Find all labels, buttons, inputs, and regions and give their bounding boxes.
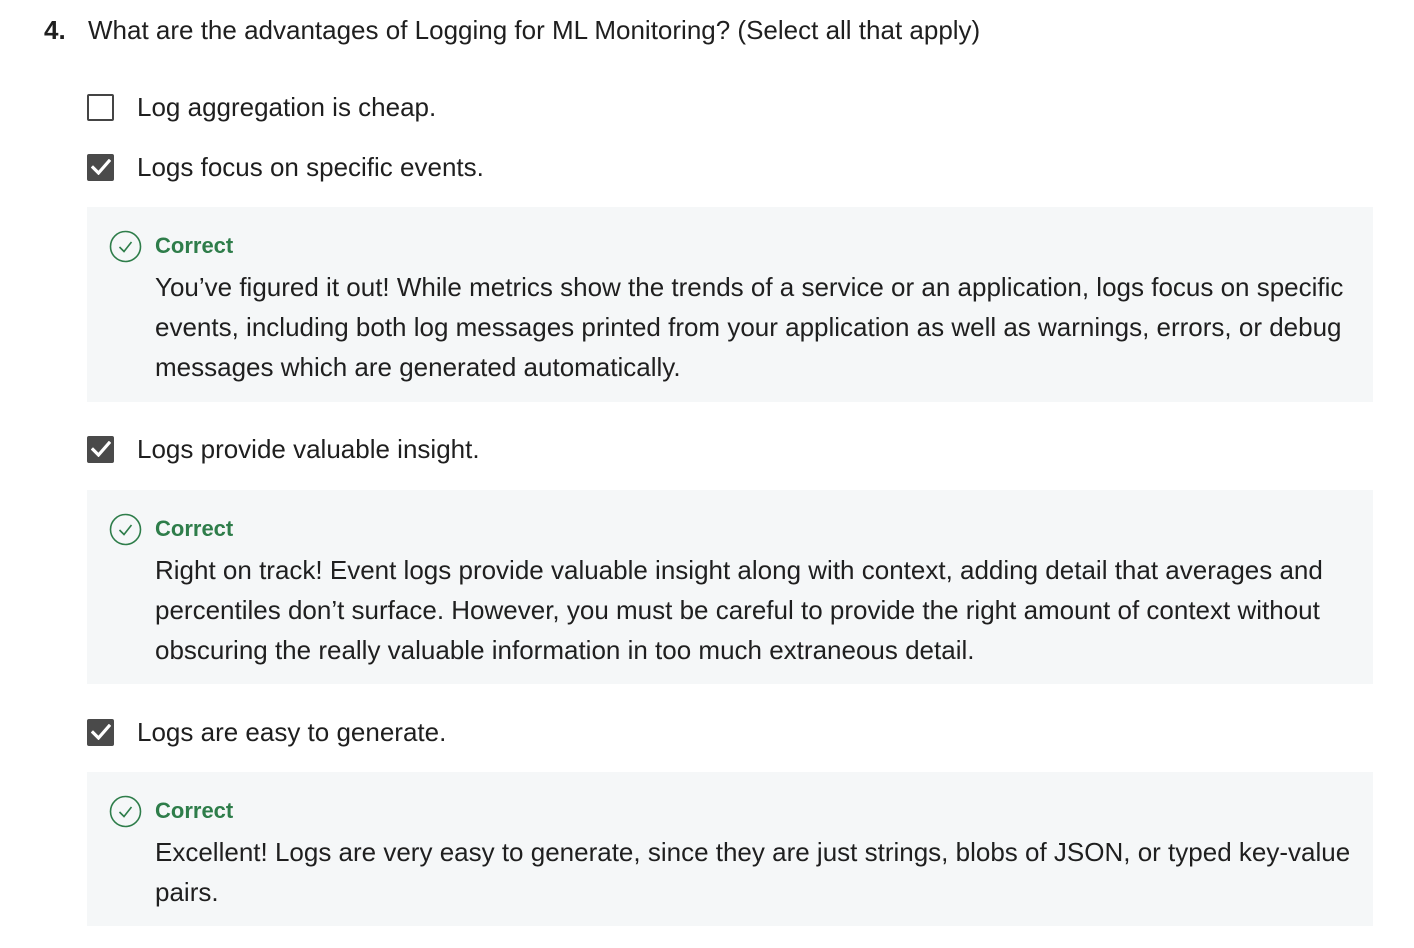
option-label: Logs focus on specific events. <box>137 152 484 182</box>
feedback-panel: Correct Right on track! Event logs provi… <box>87 490 1373 684</box>
option-specific-events[interactable]: Logs focus on specific events. <box>87 151 484 183</box>
option-log-aggregation[interactable]: Log aggregation is cheap. <box>87 91 436 123</box>
checkbox-checked[interactable] <box>87 153 114 181</box>
check-icon <box>90 159 111 175</box>
check-icon <box>90 441 111 457</box>
feedback-panel: Correct Excellent! Logs are very easy to… <box>87 772 1373 926</box>
question-number: 4. <box>44 15 66 45</box>
feedback-text: Right on track! Event logs provide valua… <box>155 555 1323 665</box>
correct-circle-check-icon <box>109 230 142 262</box>
correct-circle-check-icon <box>109 513 142 545</box>
checkbox-unchecked[interactable] <box>87 93 114 121</box>
option-easy-to-generate[interactable]: Logs are easy to generate. <box>87 716 446 748</box>
option-label: Log aggregation is cheap. <box>137 92 437 122</box>
question-header: 4. What are the advantages of Logging fo… <box>44 12 980 48</box>
correct-circle-check-icon <box>109 795 142 827</box>
checkbox-checked[interactable] <box>87 718 114 746</box>
feedback-status: Correct <box>155 516 234 541</box>
check-icon <box>90 724 111 740</box>
option-valuable-insight[interactable]: Logs provide valuable insight. <box>87 433 480 465</box>
feedback-status: Correct <box>155 798 234 823</box>
feedback-text: You’ve figured it out! While metrics sho… <box>155 272 1344 382</box>
feedback-panel: Correct You’ve figured it out! While met… <box>87 207 1373 402</box>
option-label: Logs are easy to generate. <box>137 717 447 747</box>
question-text: What are the advantages of Logging for M… <box>88 15 981 45</box>
feedback-status: Correct <box>155 233 234 258</box>
checkbox-checked[interactable] <box>87 435 114 463</box>
feedback-text: Excellent! Logs are very easy to generat… <box>155 837 1351 907</box>
option-label: Logs provide valuable insight. <box>137 434 480 464</box>
